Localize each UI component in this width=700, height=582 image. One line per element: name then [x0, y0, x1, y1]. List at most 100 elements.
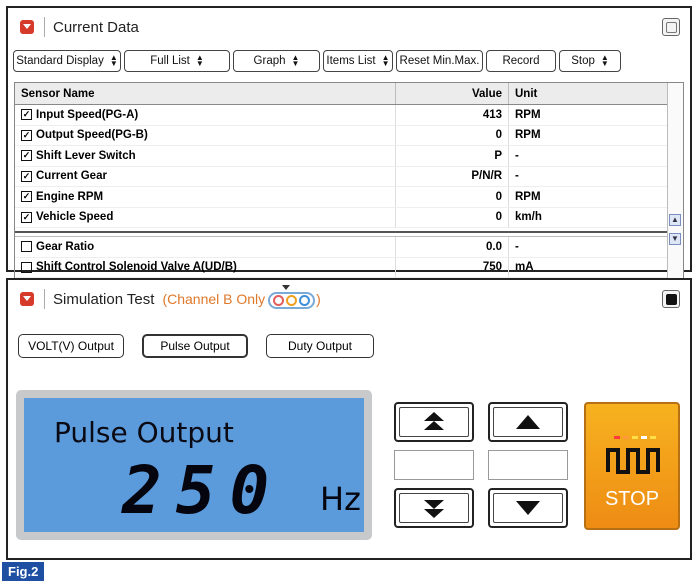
output-mode-button[interactable]: Pulse Output: [142, 334, 248, 358]
sensor-name: Current Gear: [36, 170, 107, 183]
sensor-name-cell: ✓ Engine RPM: [15, 191, 395, 203]
toolbar-button[interactable]: Items List ▲ ▼: [323, 50, 393, 72]
channel-note: (Channel B Only: [162, 291, 266, 307]
dash-mark: [641, 436, 647, 439]
table-row[interactable]: ✓ Vehicle Speed 0 km/h: [15, 207, 683, 228]
dash-mark: [614, 436, 620, 439]
toolbar-button[interactable]: Record: [486, 50, 556, 72]
sensor-unit: mA: [508, 257, 658, 277]
dash-mark: [623, 436, 629, 439]
sensor-name-cell: ✓ Output Speed(PG-B): [15, 129, 395, 141]
toolbar-button[interactable]: Full List ▲ ▼: [124, 50, 230, 72]
sensor-name: Shift Control Solenoid Valve A(UD/B): [36, 261, 237, 274]
col-header-unit[interactable]: Unit: [508, 83, 658, 104]
table-row[interactable]: ✓ Output Speed(PG-B) 0 RPM: [15, 125, 683, 146]
table-row[interactable]: ✓ Current Gear P/N/R -: [15, 166, 683, 187]
table-row[interactable]: ✓ Input Speed(PG-A) 413 RPM: [15, 105, 683, 126]
table-row[interactable]: Gear Ratio 0.0-: [15, 237, 683, 258]
toolbar-button[interactable]: Stop ▲ ▼: [559, 50, 621, 72]
lcd-display: Pulse Output 250 Hz: [24, 398, 364, 532]
updown-icon: ▲ ▼: [291, 53, 300, 68]
toolbar-button-label: Graph: [253, 55, 286, 67]
checkbox[interactable]: ✓: [21, 150, 32, 162]
maximize-icon[interactable]: [662, 18, 680, 36]
down-arrow-icon: [516, 501, 540, 515]
simulation-header: Simulation Test (Channel B Only ): [8, 280, 690, 318]
dash-mark: [650, 436, 656, 439]
sensor-unit: RPM: [508, 187, 658, 207]
sensor-value: P: [395, 146, 508, 166]
checkbox[interactable]: [21, 261, 32, 273]
fast-increase-button[interactable]: [394, 402, 474, 442]
current-data-header: Current Data: [8, 8, 690, 46]
sensor-unit: RPM: [508, 105, 658, 125]
sensor-name: Engine RPM: [36, 190, 104, 203]
fast-decrease-button[interactable]: [394, 488, 474, 528]
lcd-unit: Hz: [320, 480, 361, 518]
increase-button[interactable]: [488, 402, 568, 442]
sensor-unit: km/h: [508, 207, 658, 227]
sensor-unit: -: [508, 146, 658, 166]
sensor-name-cell: ✓ Input Speed(PG-A): [15, 109, 395, 121]
signal-dashes-icon: [614, 436, 656, 439]
fast-step-field[interactable]: [394, 450, 474, 480]
collapse-icon[interactable]: [20, 20, 34, 34]
sensor-name-cell: Gear Ratio: [15, 241, 395, 253]
stop-square-icon[interactable]: [662, 290, 680, 308]
sensor-name: Shift Lever Switch: [36, 149, 136, 162]
sensor-unit: -: [508, 166, 658, 186]
step-field[interactable]: [488, 450, 568, 480]
table-header: Sensor Name Value Unit: [15, 83, 683, 105]
channel-dot-icon[interactable]: [286, 294, 298, 306]
figure-label: Fig.2: [2, 562, 45, 581]
output-mode-button[interactable]: VOLT(V) Output: [18, 334, 124, 358]
toolbar-button[interactable]: Graph ▲ ▼: [233, 50, 320, 72]
header-separator: [44, 289, 45, 309]
sensor-name-cell: ✓ Shift Lever Switch: [15, 150, 395, 162]
table-row[interactable]: ✓ Engine RPM 0 RPM: [15, 187, 683, 208]
checkbox[interactable]: ✓: [21, 109, 32, 121]
lcd-display-frame: Pulse Output 250 Hz: [16, 390, 372, 540]
checkbox[interactable]: ✓: [21, 170, 32, 182]
channel-dot-icon[interactable]: [273, 294, 285, 306]
sensor-name-cell: Shift Control Solenoid Valve A(UD/B): [15, 261, 395, 273]
updown-icon: ▲ ▼: [109, 53, 118, 68]
current-data-toolbar: Standard Display ▲ ▼ Full List ▲ ▼ Graph ▲ ▼ Item…: [8, 46, 690, 76]
decrease-button[interactable]: [488, 488, 568, 528]
sensor-value: 0.0: [395, 237, 508, 257]
scroll-down-icon[interactable]: ▼: [669, 233, 681, 245]
sensor-value: 750: [395, 257, 508, 277]
checkbox[interactable]: ✓: [21, 191, 32, 203]
table-row[interactable]: Shift Control Solenoid Valve A(UD/B) 750 m…: [15, 257, 683, 278]
checkbox[interactable]: [21, 241, 32, 253]
col-header-value[interactable]: Value: [395, 83, 508, 104]
updown-icon: ▲ ▼: [195, 53, 204, 68]
sensor-value: 0: [395, 207, 508, 227]
updown-icon: ▲ ▼: [600, 53, 609, 68]
sensor-value: 0: [395, 125, 508, 145]
channel-note-close: ): [316, 291, 321, 307]
sensor-value: 0: [395, 187, 508, 207]
col-header-name[interactable]: Sensor Name: [15, 88, 395, 100]
checkbox[interactable]: ✓: [21, 129, 32, 141]
scroll-up-icon[interactable]: ▲: [669, 214, 681, 226]
sensor-table: Sensor Name Value Unit ✓ Input Speed(PG-A…: [14, 82, 684, 296]
channel-selector[interactable]: [268, 284, 316, 309]
up-arrow-icon: [516, 415, 540, 429]
sensor-rows-extra: Gear Ratio 0.0- Shift Control Solenoid Val…: [15, 237, 683, 278]
stop-button[interactable]: STOP: [584, 402, 680, 530]
lcd-value: 250: [122, 452, 284, 529]
table-row[interactable]: ✓ Shift Lever Switch P -: [15, 146, 683, 167]
table-scrollbar[interactable]: ▲ ▼: [667, 83, 683, 295]
simulation-title: Simulation Test: [53, 290, 155, 308]
collapse-icon[interactable]: [20, 292, 34, 306]
toolbar-button[interactable]: Reset Min.Max.: [396, 50, 483, 72]
checkbox[interactable]: ✓: [21, 211, 32, 223]
simulation-panel: Simulation Test (Channel B Only ) VOLT(V…: [6, 278, 692, 560]
channel-dot-icon[interactable]: [299, 294, 311, 306]
toolbar-button[interactable]: Standard Display ▲ ▼: [13, 50, 121, 72]
stop-label: STOP: [604, 488, 660, 510]
double-down-arrow-icon: [424, 500, 444, 518]
toolbar-button-label: Standard Display: [16, 55, 104, 67]
output-mode-button[interactable]: Duty Output: [266, 334, 374, 358]
